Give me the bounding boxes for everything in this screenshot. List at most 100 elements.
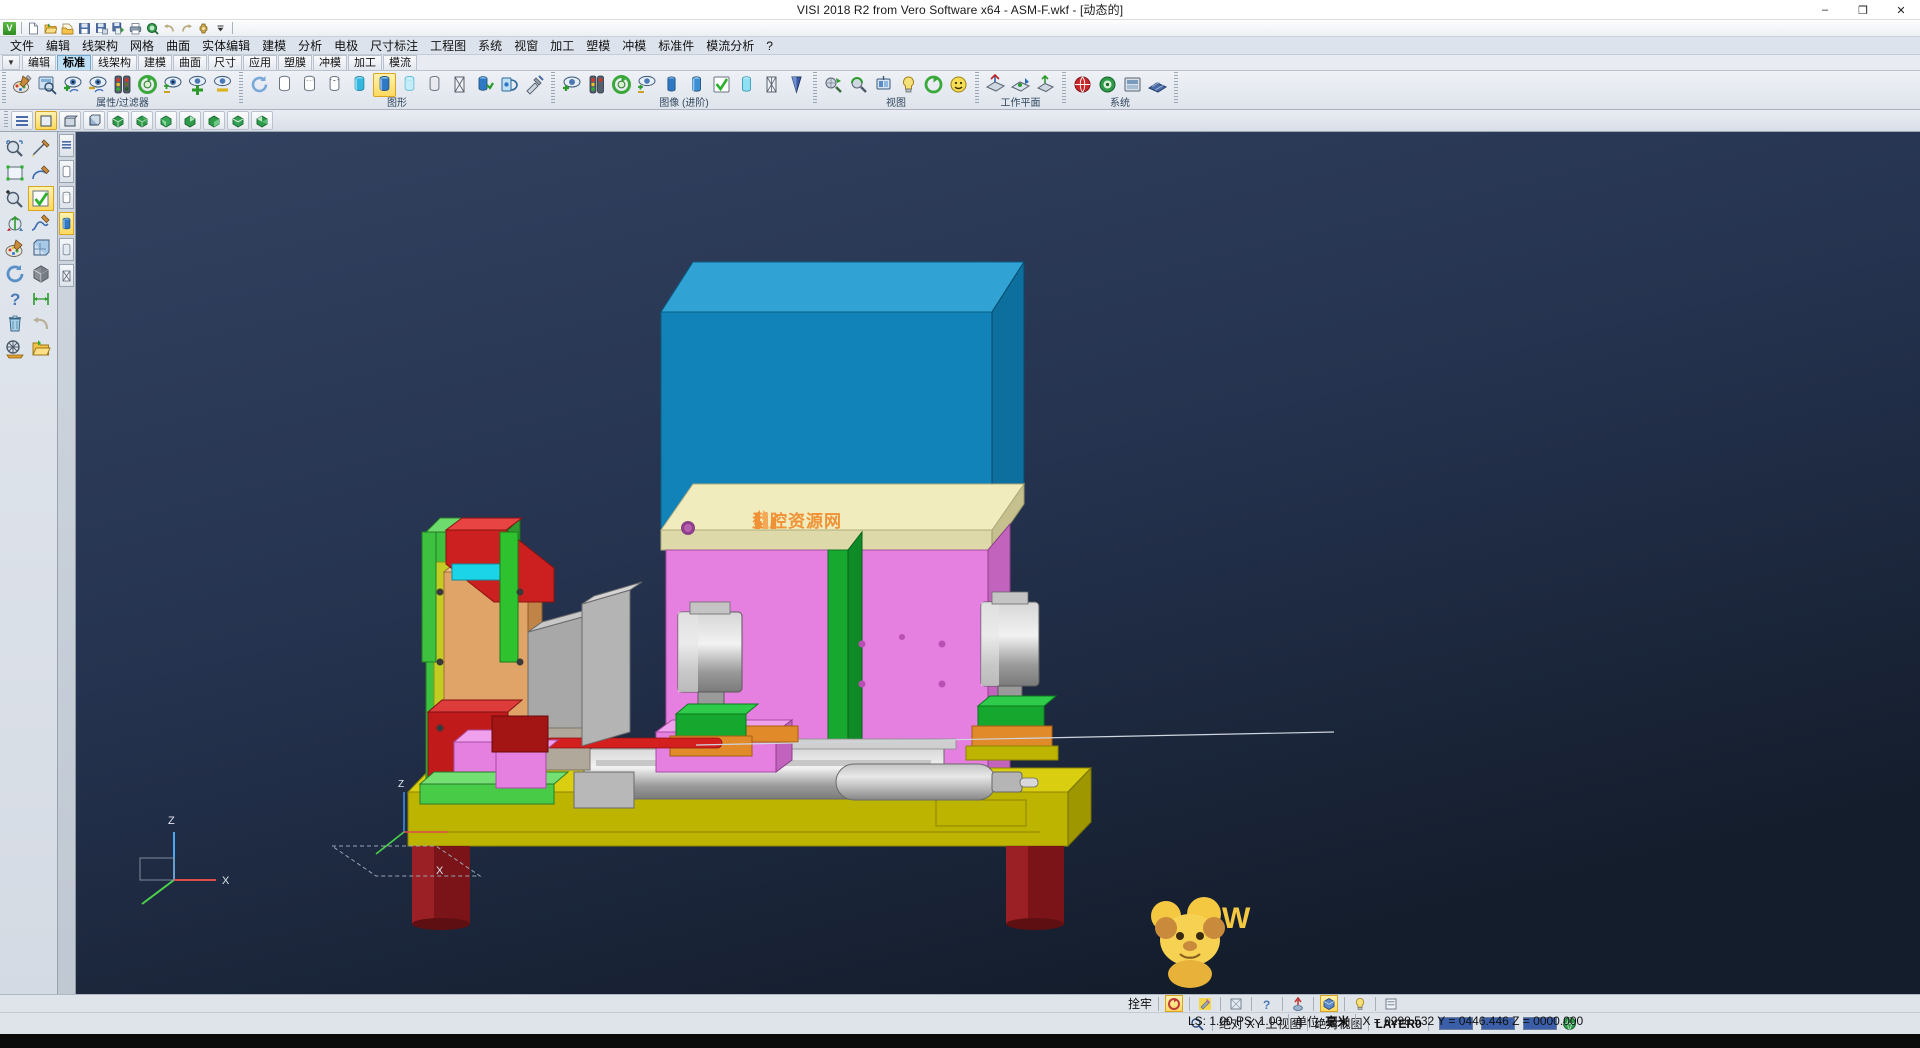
cyl-section-icon[interactable]	[59, 264, 74, 287]
iso-view-3-icon[interactable]	[155, 111, 177, 130]
ribbon-grip-3[interactable]	[551, 72, 555, 105]
hidden-line-icon[interactable]	[298, 73, 321, 97]
color-attrs-icon[interactable]	[2, 236, 28, 261]
tab-machining[interactable]: 加工	[348, 55, 382, 70]
tab-edit[interactable]: 编辑	[22, 55, 56, 70]
print-icon[interactable]	[127, 21, 144, 36]
adv-toggle-icon[interactable]	[635, 73, 658, 97]
adv-shade-icon[interactable]	[785, 73, 808, 97]
refresh-green-icon[interactable]	[136, 73, 159, 97]
delete-icon[interactable]	[2, 311, 28, 336]
view-light-icon[interactable]	[897, 73, 920, 97]
wp-move-icon[interactable]	[1034, 73, 1057, 97]
tab-dimension[interactable]: 尺寸	[208, 55, 242, 70]
measure-icon[interactable]	[28, 286, 54, 311]
adv-blue2-cyl-icon[interactable]	[685, 73, 708, 97]
menu-item-analysis[interactable]: 分析	[292, 37, 328, 55]
adv-traffic-icon[interactable]	[585, 73, 608, 97]
traffic-light-icon[interactable]	[111, 73, 134, 97]
rotate-3d-icon[interactable]	[2, 211, 28, 236]
zoom-in-icon[interactable]	[2, 186, 28, 211]
adv-check-icon[interactable]	[710, 73, 733, 97]
ribbon-grip-2[interactable]	[239, 72, 243, 105]
undo-icon[interactable]	[161, 21, 178, 36]
shade-edges-icon[interactable]	[423, 73, 446, 97]
tab-mold[interactable]: 塑膜	[278, 55, 312, 70]
color-palette-icon[interactable]	[11, 73, 34, 97]
iso-view-4-icon[interactable]	[179, 111, 201, 130]
ribbon-grip-5[interactable]	[975, 72, 979, 105]
chevron-down-icon[interactable]	[212, 21, 229, 36]
iso-view-7-icon[interactable]	[251, 111, 273, 130]
menu-item-solid-edit[interactable]: 实体编辑	[196, 37, 256, 55]
menu-item-file[interactable]: 文件	[4, 37, 40, 55]
menu-item-press[interactable]: 冲模	[616, 37, 652, 55]
select-check-icon[interactable]	[28, 186, 54, 211]
3d-viewport[interactable]: X Z Z X	[76, 132, 1920, 1020]
zoom-window-icon[interactable]	[2, 136, 28, 161]
adv-cyan-icon[interactable]	[735, 73, 758, 97]
cyl-transparent-icon[interactable]	[59, 238, 74, 261]
new-file-icon[interactable]	[25, 21, 42, 36]
menu-item-system[interactable]: 系统	[472, 37, 508, 55]
view-list-icon[interactable]	[11, 111, 33, 130]
menu-item-window[interactable]: 视窗	[508, 37, 544, 55]
redo-icon[interactable]	[178, 21, 195, 36]
sys-target-icon[interactable]	[1096, 73, 1119, 97]
shade-smooth-icon[interactable]	[373, 73, 396, 97]
wp-define-icon[interactable]	[984, 73, 1007, 97]
cyl-shaded-icon[interactable]	[59, 212, 74, 235]
add-visible-icon[interactable]	[186, 73, 209, 97]
import-icon[interactable]	[59, 21, 76, 36]
draw-arc-icon[interactable]	[28, 161, 54, 186]
shade-flat-icon[interactable]	[348, 73, 371, 97]
view-refresh-icon[interactable]	[922, 73, 945, 97]
iso-view-2-icon[interactable]	[131, 111, 153, 130]
view-side-icon[interactable]	[83, 111, 105, 130]
save-as-icon[interactable]	[93, 21, 110, 36]
show-add-icon[interactable]	[61, 73, 84, 97]
menu-item-flow-analysis[interactable]: 模流分析	[700, 37, 760, 55]
settings-icon[interactable]	[195, 21, 212, 36]
undo-action-icon[interactable]	[28, 311, 54, 336]
ribbon-grip-7[interactable]	[1174, 72, 1178, 105]
menu-item-help[interactable]: ?	[760, 37, 779, 55]
cyl-wire-icon[interactable]	[59, 160, 74, 183]
view-front-icon[interactable]	[59, 111, 81, 130]
open-file-icon[interactable]	[28, 336, 54, 361]
help-query-icon[interactable]: ?	[2, 286, 28, 311]
preview-icon[interactable]	[144, 21, 161, 36]
menu-item-edit[interactable]: 编辑	[40, 37, 76, 55]
menu-item-machining[interactable]: 加工	[544, 37, 580, 55]
sys-globe-icon[interactable]	[1071, 73, 1094, 97]
menu-item-dimension[interactable]: 尺寸标注	[364, 37, 424, 55]
snap-cycle-icon[interactable]	[1165, 995, 1183, 1012]
tab-surface[interactable]: 曲面	[173, 55, 207, 70]
menu-item-modeling[interactable]: 建模	[256, 37, 292, 55]
wp-align-icon[interactable]	[1009, 73, 1032, 97]
sys-grid-icon[interactable]	[1146, 73, 1169, 97]
iso-view-6-icon[interactable]	[227, 111, 249, 130]
ribbon-grip-4[interactable]	[813, 72, 817, 105]
sys-mold-icon[interactable]	[1121, 73, 1144, 97]
regen-view-icon[interactable]	[2, 261, 28, 286]
machining-icon[interactable]	[2, 336, 28, 361]
dynamic-shade-icon[interactable]	[498, 73, 521, 97]
menu-item-mesh[interactable]: 网格	[124, 37, 160, 55]
tab-modeling[interactable]: 建模	[138, 55, 172, 70]
zoom-fit-icon[interactable]	[2, 161, 28, 186]
shade-options-icon[interactable]	[523, 73, 546, 97]
adv-wire-icon[interactable]	[760, 73, 783, 97]
show-remove-icon[interactable]	[86, 73, 109, 97]
viewbar-grip[interactable]	[4, 111, 8, 128]
open-folder-icon[interactable]	[42, 21, 59, 36]
cyl-hidden-icon[interactable]	[59, 186, 74, 209]
section-shade-icon[interactable]	[448, 73, 471, 97]
view-dynamic-icon[interactable]	[822, 73, 845, 97]
maximize-button[interactable]: ❐	[1844, 0, 1882, 20]
tab-standard[interactable]: 标准	[57, 55, 91, 70]
save-all-icon[interactable]	[110, 21, 127, 36]
solid-cube-icon[interactable]	[28, 261, 54, 286]
menu-item-mold[interactable]: 塑模	[580, 37, 616, 55]
layers-icon[interactable]	[28, 236, 54, 261]
